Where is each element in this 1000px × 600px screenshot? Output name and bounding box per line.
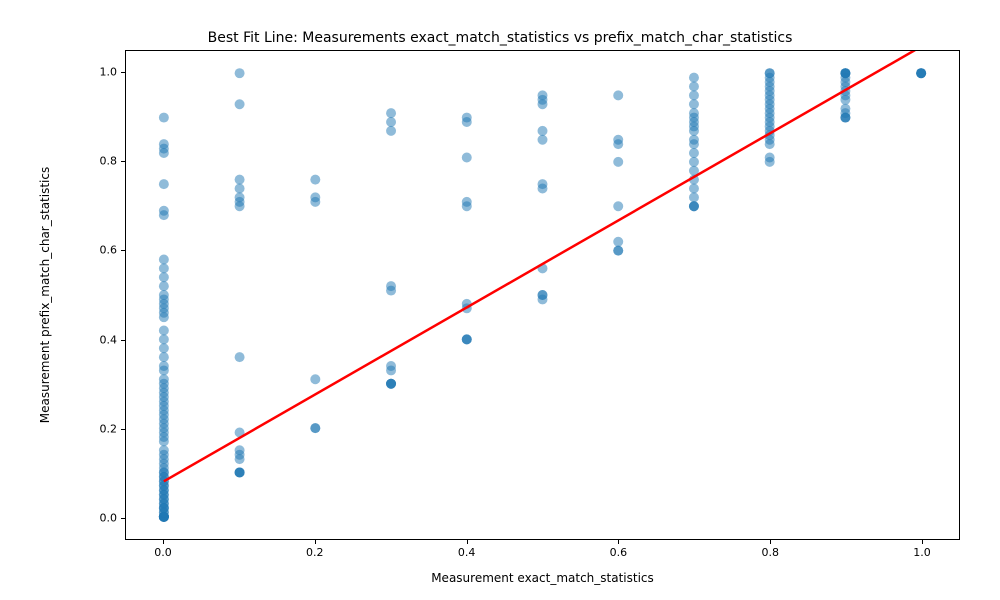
y-tick-label: 0.0 xyxy=(77,511,117,524)
x-tick-label: 0.8 xyxy=(761,546,779,559)
scatter-point xyxy=(159,139,169,149)
x-tick-label: 0.6 xyxy=(610,546,628,559)
scatter-point xyxy=(462,197,472,207)
scatter-point xyxy=(159,361,169,371)
chart-title: Best Fit Line: Measurements exact_match_… xyxy=(0,30,1000,46)
scatter-point xyxy=(310,374,320,384)
scatter-point xyxy=(386,379,396,389)
scatter-point xyxy=(159,179,169,189)
scatter-point xyxy=(310,423,320,433)
scatter-point xyxy=(538,135,548,145)
scatter-point xyxy=(386,281,396,291)
scatter-point xyxy=(235,467,245,477)
x-tick-label: 1.0 xyxy=(913,546,931,559)
y-axis-label-wrap: Measurement prefix_match_char_statistics xyxy=(35,50,55,540)
scatter-point xyxy=(462,152,472,162)
scatter-point xyxy=(689,82,699,92)
scatter-point xyxy=(689,157,699,167)
scatter-point xyxy=(840,68,850,78)
x-tick-mark xyxy=(163,540,164,544)
scatter-point xyxy=(386,361,396,371)
scatter-point xyxy=(159,334,169,344)
plot-frame xyxy=(125,50,960,540)
scatter-point xyxy=(765,68,775,78)
scatter-point xyxy=(689,148,699,158)
scatter-point xyxy=(159,374,169,384)
scatter-point xyxy=(159,113,169,123)
y-tick-mark xyxy=(121,340,125,341)
x-tick-label: 0.2 xyxy=(306,546,324,559)
scatter-point xyxy=(462,113,472,123)
scatter-point xyxy=(159,290,169,300)
scatter-point xyxy=(235,192,245,202)
scatter-point xyxy=(916,68,926,78)
scatter-point xyxy=(538,126,548,136)
scatter-point xyxy=(159,343,169,353)
x-tick-mark xyxy=(922,540,923,544)
scatter-point xyxy=(538,290,548,300)
y-tick-label: 0.8 xyxy=(77,155,117,168)
scatter-point xyxy=(235,99,245,109)
x-tick-mark xyxy=(770,540,771,544)
scatter-point xyxy=(159,206,169,216)
scatter-point xyxy=(159,272,169,282)
scatter-point xyxy=(386,126,396,136)
x-tick-label: 0.0 xyxy=(154,546,172,559)
scatter-point xyxy=(840,104,850,114)
scatter-point xyxy=(386,108,396,118)
y-axis-label: Measurement prefix_match_char_statistics xyxy=(38,167,52,423)
scatter-point xyxy=(689,184,699,194)
scatter-point xyxy=(689,135,699,145)
scatter-point xyxy=(613,246,623,256)
scatter-point xyxy=(538,90,548,100)
scatter-point xyxy=(235,445,245,455)
scatter-point xyxy=(159,263,169,273)
scatter-point xyxy=(235,184,245,194)
scatter-point xyxy=(386,117,396,127)
scatter-point xyxy=(310,175,320,185)
y-tick-mark xyxy=(121,518,125,519)
x-tick-mark xyxy=(315,540,316,544)
scatter-point xyxy=(235,352,245,362)
scatter-point xyxy=(159,352,169,362)
scatter-point xyxy=(613,90,623,100)
scatter-point xyxy=(159,326,169,336)
plot-svg xyxy=(126,51,959,539)
y-tick-mark xyxy=(121,72,125,73)
scatter-point xyxy=(159,445,169,455)
x-tick-label: 0.4 xyxy=(458,546,476,559)
y-tick-label: 0.6 xyxy=(77,244,117,257)
scatter-point xyxy=(235,68,245,78)
y-tick-mark xyxy=(121,429,125,430)
scatter-point xyxy=(613,157,623,167)
scatter-point xyxy=(538,179,548,189)
x-axis-label: Measurement exact_match_statistics xyxy=(125,571,960,585)
scatter-point xyxy=(689,108,699,118)
scatter-point xyxy=(235,175,245,185)
x-tick-mark xyxy=(467,540,468,544)
x-tick-mark xyxy=(618,540,619,544)
scatter-point xyxy=(159,281,169,291)
scatter-point xyxy=(462,334,472,344)
scatter-point xyxy=(689,99,699,109)
y-tick-label: 1.0 xyxy=(77,66,117,79)
scatter-point xyxy=(689,192,699,202)
scatter-point xyxy=(765,152,775,162)
y-tick-label: 0.2 xyxy=(77,422,117,435)
scatter-point xyxy=(689,90,699,100)
scatter-point xyxy=(613,237,623,247)
y-tick-label: 0.4 xyxy=(77,333,117,346)
scatter-point xyxy=(689,73,699,83)
scatter-point xyxy=(159,255,169,265)
y-tick-mark xyxy=(121,161,125,162)
scatter-point xyxy=(613,135,623,145)
scatter-point xyxy=(689,201,699,211)
scatter-point xyxy=(310,192,320,202)
y-tick-mark xyxy=(121,250,125,251)
scatter-point xyxy=(613,201,623,211)
